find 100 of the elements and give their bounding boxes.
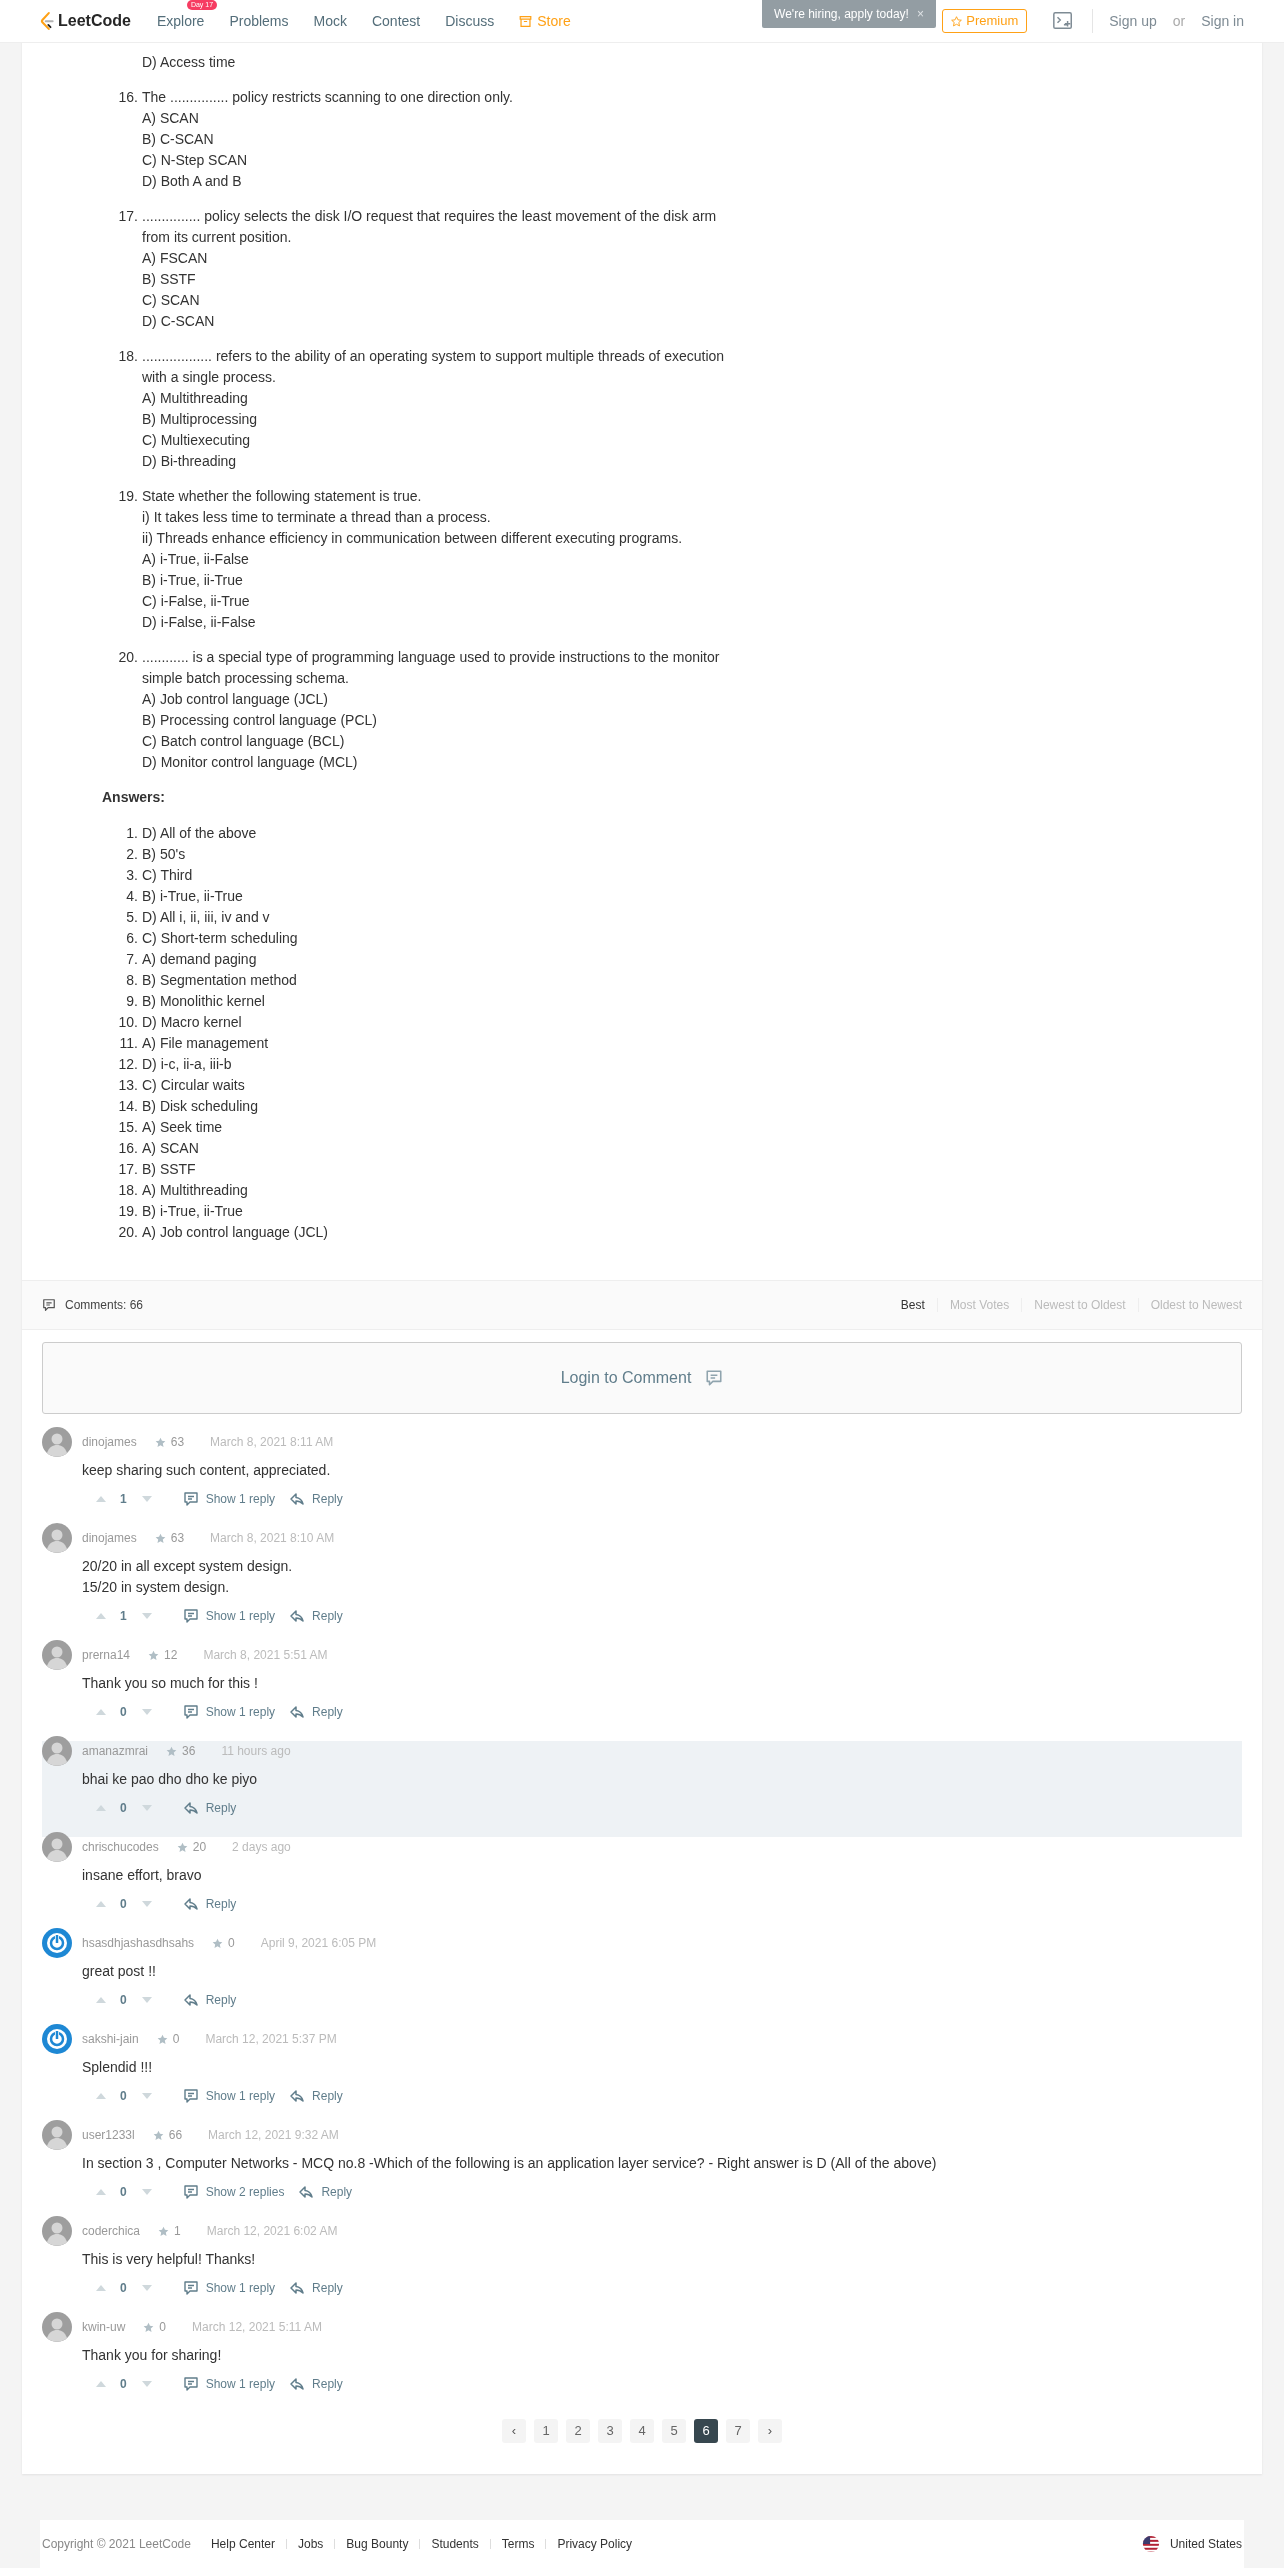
nav-link[interactable]: Contest: [371, 10, 421, 32]
reply-link[interactable]: Reply: [182, 1991, 237, 2009]
username[interactable]: hsasdhjashasdhsahs: [82, 1934, 195, 1952]
answer-text: B) i-True, ii-True: [142, 887, 243, 906]
page-button[interactable]: 6: [694, 2419, 718, 2443]
answer-option: C) SCAN: [142, 290, 200, 311]
hiring-toast[interactable]: We're hiring, apply today! ×: [762, 0, 936, 28]
footer-link[interactable]: Privacy Policy: [557, 2535, 633, 2553]
reply-link[interactable]: Reply: [289, 1607, 343, 1625]
vote-count: 0: [120, 1992, 127, 2009]
reply-icon: [289, 1491, 306, 1507]
answer-option: B) Processing control language (PCL): [142, 710, 377, 731]
upvote-icon[interactable]: [96, 1997, 106, 2003]
username[interactable]: amanazmrai: [82, 1742, 149, 1760]
logo[interactable]: LeetCode: [40, 9, 131, 33]
previous-page-button[interactable]: ‹: [502, 2419, 526, 2443]
username[interactable]: dinojames: [82, 1529, 137, 1547]
show-replies-link[interactable]: Show 1 reply: [182, 2375, 276, 2393]
upvote-icon[interactable]: [96, 1805, 106, 1811]
answer-text: D) Macro kernel: [142, 1013, 242, 1032]
answer-number: 15.: [117, 1118, 139, 1137]
username[interactable]: kwin-uw: [82, 2318, 126, 2336]
footer-link[interactable]: Students: [431, 2535, 479, 2553]
page-button[interactable]: 5: [662, 2419, 686, 2443]
page-button[interactable]: 4: [630, 2419, 654, 2443]
footer-link[interactable]: Terms: [501, 2535, 535, 2553]
reply-link[interactable]: Reply: [182, 1799, 237, 1817]
username[interactable]: sakshi-jain: [82, 2030, 139, 2048]
downvote-icon[interactable]: [141, 1805, 152, 1811]
username[interactable]: chrischucodes: [82, 1838, 159, 1856]
sort-tab[interactable]: Best: [900, 1296, 925, 1314]
downvote-icon[interactable]: [141, 2093, 152, 2099]
sign-up-link[interactable]: Sign up: [1109, 10, 1157, 32]
reply-icon: [289, 2376, 306, 2392]
region-selector[interactable]: United States: [1141, 2535, 1242, 2553]
playground-icon[interactable]: [1052, 10, 1075, 32]
show-replies-link[interactable]: Show 1 reply: [182, 2279, 276, 2297]
reputation: 63: [170, 1530, 185, 1547]
footer-link[interactable]: Jobs: [298, 2535, 324, 2553]
downvote-icon[interactable]: [141, 1496, 152, 1502]
upvote-icon[interactable]: [96, 2093, 106, 2099]
downvote-icon[interactable]: [141, 1997, 152, 2003]
answer-text: B) 50's: [142, 845, 186, 864]
comment-text: Splendid !!!: [82, 2058, 153, 2077]
nav-link[interactable]: Mock: [313, 10, 347, 32]
answer-option: D) C-SCAN: [142, 311, 215, 332]
answer-number: 16.: [117, 1139, 139, 1158]
nav-link[interactable]: Problems: [229, 10, 289, 32]
upvote-icon[interactable]: [96, 2381, 106, 2387]
next-page-button[interactable]: ›: [758, 2419, 782, 2443]
show-replies-link[interactable]: Show 1 reply: [182, 2087, 276, 2105]
downvote-icon[interactable]: [141, 1901, 152, 1907]
username[interactable]: coderchica: [82, 2222, 141, 2240]
page-button[interactable]: 7: [726, 2419, 750, 2443]
upvote-icon[interactable]: [96, 1496, 106, 1502]
username[interactable]: prerna14: [82, 1646, 131, 1664]
comment-icon: [182, 2088, 199, 2104]
reply-link[interactable]: Reply: [182, 1895, 237, 1913]
footer-link[interactable]: Help Center: [210, 2535, 275, 2553]
login-to-comment-button[interactable]: Login to Comment: [42, 1342, 1242, 1414]
reply-link[interactable]: Reply: [289, 1490, 343, 1508]
reply-link[interactable]: Reply: [289, 2279, 343, 2297]
downvote-icon[interactable]: [141, 1613, 152, 1619]
show-replies-link[interactable]: Show 2 replies: [182, 2183, 285, 2201]
footer-link[interactable]: Bug Bounty: [346, 2535, 409, 2553]
answer-number: 2.: [125, 845, 139, 864]
show-replies-link[interactable]: Show 1 reply: [182, 1490, 276, 1508]
upvote-icon[interactable]: [96, 1901, 106, 1907]
upvote-icon[interactable]: [96, 1613, 106, 1619]
answer-text: B) i-True, ii-True: [142, 1202, 243, 1221]
sign-in-link[interactable]: Sign in: [1201, 10, 1244, 32]
upvote-icon[interactable]: [96, 2285, 106, 2291]
comment-icon: [42, 1298, 56, 1312]
star-icon: [158, 2225, 170, 2237]
show-replies-link[interactable]: Show 1 reply: [182, 1703, 276, 1721]
page-button[interactable]: 2: [566, 2419, 590, 2443]
downvote-icon[interactable]: [141, 2189, 152, 2195]
answer-text: B) Segmentation method: [142, 971, 297, 990]
comments-count: Comments: 66: [65, 1297, 144, 1314]
show-replies-link[interactable]: Show 1 reply: [182, 1607, 276, 1625]
reply-link[interactable]: Reply: [298, 2183, 353, 2201]
reply-link[interactable]: Reply: [289, 1703, 343, 1721]
reply-link[interactable]: Reply: [289, 2375, 343, 2393]
answer-number: 11.: [118, 1034, 139, 1053]
downvote-icon[interactable]: [141, 2285, 152, 2291]
downvote-icon[interactable]: [141, 2381, 152, 2387]
reply-icon: [289, 2280, 306, 2296]
reply-link[interactable]: Reply: [289, 2087, 343, 2105]
nav-link[interactable]: Explore: [156, 10, 205, 32]
downvote-icon[interactable]: [141, 1709, 152, 1715]
nav-link[interactable]: Discuss: [445, 10, 495, 32]
or-text: or: [1172, 11, 1186, 31]
page-button[interactable]: 3: [598, 2419, 622, 2443]
upvote-icon[interactable]: [96, 1709, 106, 1715]
question-text: with a single process.: [142, 368, 276, 387]
upvote-icon[interactable]: [96, 2189, 106, 2195]
username[interactable]: user1233l: [82, 2126, 135, 2144]
username[interactable]: dinojames: [82, 1433, 137, 1451]
page-button[interactable]: 1: [534, 2419, 558, 2443]
question-text: The ............... policy restricts scanning to one direction only.: [142, 88, 513, 107]
